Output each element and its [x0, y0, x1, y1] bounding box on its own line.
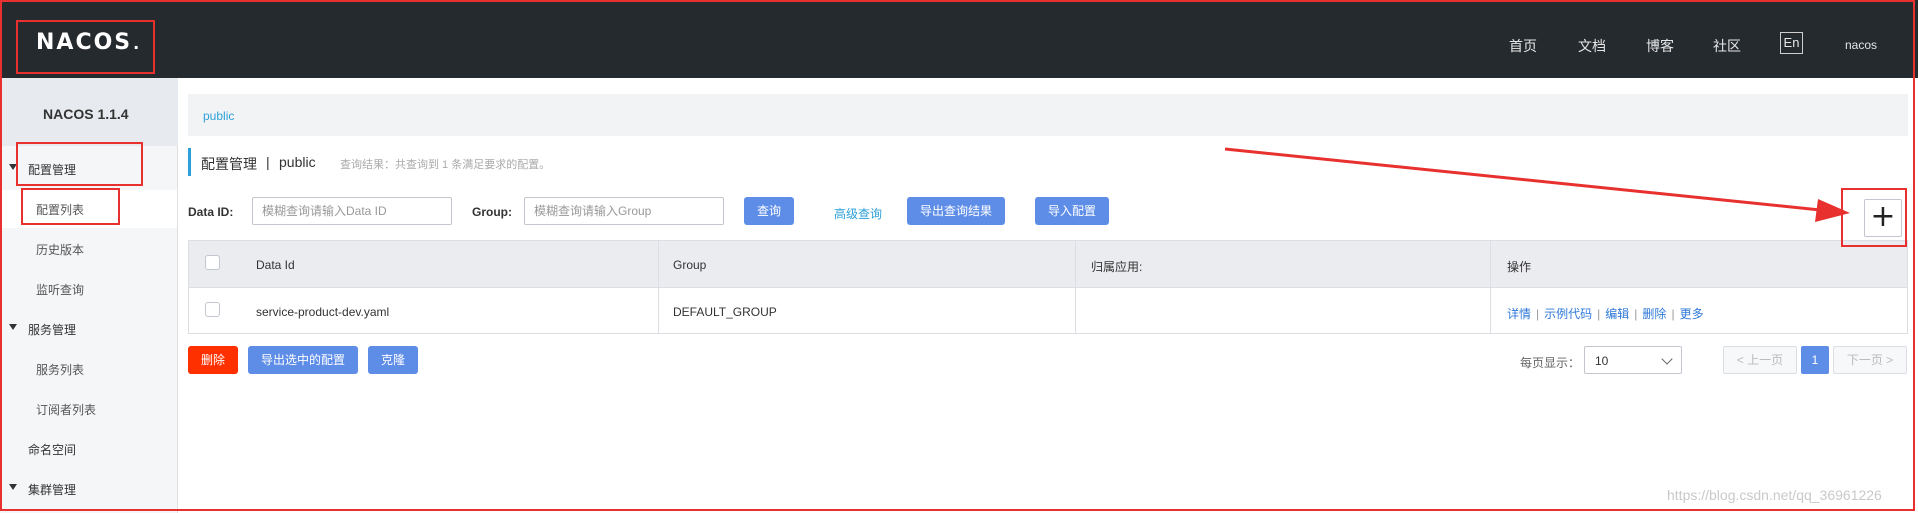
- watermark-text: https://blog.csdn.net/qq_36961226: [1667, 487, 1882, 503]
- annotation-arrow: [1224, 147, 1850, 222]
